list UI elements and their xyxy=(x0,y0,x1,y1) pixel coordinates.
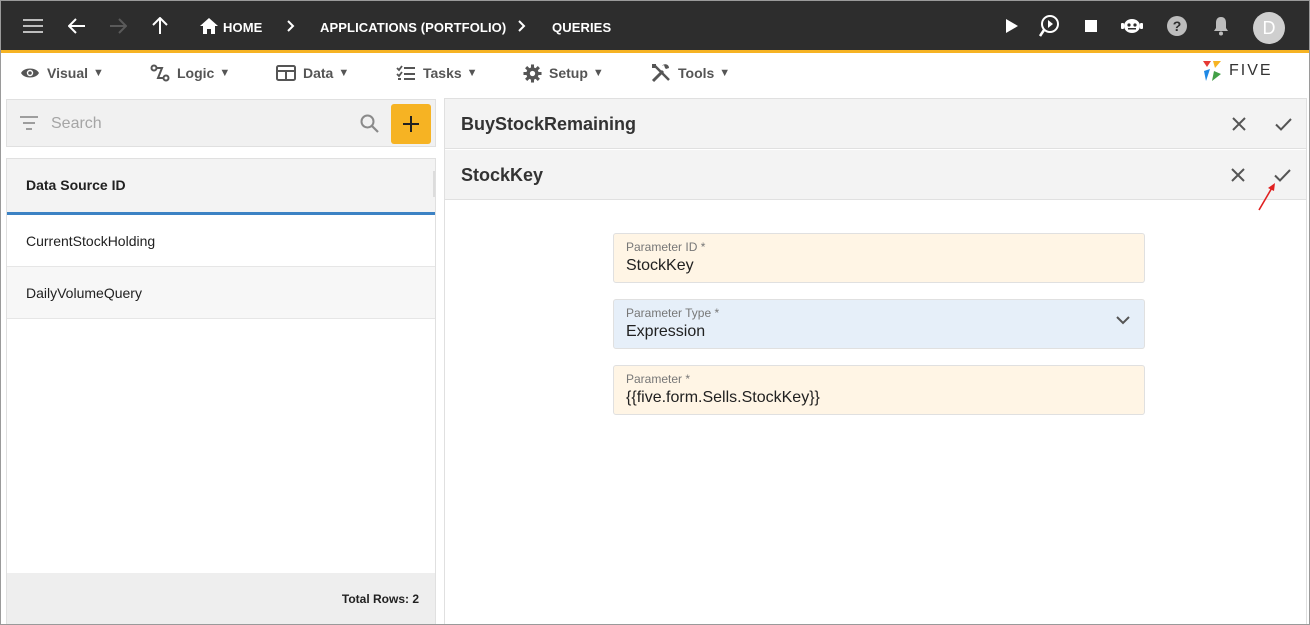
chevron-right-icon xyxy=(509,13,535,39)
list-column-header[interactable]: Data Source ID xyxy=(7,159,435,215)
menu-logic-label: Logic xyxy=(177,65,215,81)
search-icon[interactable] xyxy=(360,114,379,133)
menu-tools-label: Tools xyxy=(678,65,715,81)
menu-data-label: Data xyxy=(303,65,334,81)
data-source-list: Data Source ID CurrentStockHolding Daily… xyxy=(6,158,436,624)
parameter-label: Parameter * xyxy=(626,372,691,386)
tasks-icon xyxy=(396,65,415,80)
breadcrumb-home[interactable]: HOME xyxy=(223,1,262,53)
chevron-right-icon xyxy=(278,13,304,39)
parent-cancel-button[interactable] xyxy=(1226,111,1252,137)
svg-text:?: ? xyxy=(1173,18,1182,34)
parameter-type-label: Parameter Type * xyxy=(626,306,720,320)
parent-form-title: BuyStockRemaining xyxy=(461,114,637,134)
five-logo: FIVE xyxy=(1201,59,1273,83)
parent-save-button[interactable] xyxy=(1270,111,1296,137)
forward-arrow-icon[interactable] xyxy=(105,13,131,39)
parent-form-header: BuyStockRemaining xyxy=(445,99,1306,149)
close-icon xyxy=(1231,168,1245,182)
menu-visual[interactable]: Visual ▼ xyxy=(20,56,104,90)
child-form-header: StockKey xyxy=(445,150,1306,200)
five-logo-text: FIVE xyxy=(1229,62,1273,79)
notifications-bell-icon[interactable] xyxy=(1208,13,1234,39)
run-search-icon[interactable] xyxy=(1038,13,1064,39)
up-arrow-icon[interactable] xyxy=(147,13,173,39)
eye-icon xyxy=(21,68,39,78)
gear-icon xyxy=(523,63,542,83)
parameter-value[interactable]: {{five.form.Sells.StockKey}} xyxy=(626,389,820,407)
menu-data[interactable]: Data ▼ xyxy=(276,56,349,90)
add-button[interactable] xyxy=(391,104,431,144)
parameter-field[interactable]: Parameter * {{five.form.Sells.StockKey}} xyxy=(613,365,1145,415)
menu-setup[interactable]: Setup ▼ xyxy=(523,56,604,90)
parameter-id-label: Parameter ID * xyxy=(626,240,706,254)
detail-panel: BuyStockRemaining StockKey Parameter ID … xyxy=(444,98,1307,624)
check-icon xyxy=(1274,117,1292,131)
search-input[interactable] xyxy=(51,112,341,136)
menu-bar: Visual ▼ Logic ▼ Data ▼ Tasks ▼ Setup ▼ Tools… xyxy=(1,56,1309,90)
close-icon xyxy=(1232,117,1246,131)
home-icon[interactable] xyxy=(196,13,222,39)
child-cancel-button[interactable] xyxy=(1225,162,1251,188)
list-item[interactable]: DailyVolumeQuery xyxy=(7,267,435,319)
breadcrumb-queries[interactable]: QUERIES xyxy=(552,1,611,53)
menu-tasks-label: Tasks xyxy=(423,65,462,81)
menu-tools[interactable]: Tools ▼ xyxy=(651,56,730,90)
table-icon xyxy=(276,65,296,81)
column-resize-handle[interactable] xyxy=(433,171,435,197)
annotation-arrow-icon xyxy=(1258,183,1275,211)
menu-visual-label: Visual xyxy=(47,65,88,81)
five-logo-mark-icon xyxy=(1203,61,1221,81)
check-icon xyxy=(1273,168,1291,182)
help-icon[interactable]: ? xyxy=(1164,13,1190,39)
child-form-title: StockKey xyxy=(461,165,544,185)
filter-icon[interactable] xyxy=(20,116,38,130)
user-avatar[interactable]: D xyxy=(1253,12,1285,44)
hamburger-menu-icon[interactable] xyxy=(20,13,46,39)
caret-down-icon: ▼ xyxy=(466,67,478,79)
chevron-down-icon[interactable] xyxy=(1116,316,1130,325)
total-rows-count: Total Rows: 2 xyxy=(341,592,419,606)
parameter-type-select[interactable]: Parameter Type * Expression xyxy=(613,299,1145,349)
list-item[interactable]: CurrentStockHolding xyxy=(7,215,435,267)
menu-setup-label: Setup xyxy=(549,65,588,81)
column-header-label: Data Source ID xyxy=(26,177,126,193)
parameter-id-field[interactable]: Parameter ID * StockKey xyxy=(613,233,1145,283)
plus-icon xyxy=(403,116,419,132)
breadcrumb-applications[interactable]: APPLICATIONS (PORTFOLIO) xyxy=(320,1,506,53)
caret-down-icon: ▼ xyxy=(93,67,104,79)
parameter-id-value[interactable]: StockKey xyxy=(626,257,694,275)
caret-down-icon: ▼ xyxy=(719,67,731,79)
menu-logic[interactable]: Logic ▼ xyxy=(150,56,230,90)
list-footer: Total Rows: 2 xyxy=(7,573,435,624)
back-arrow-icon[interactable] xyxy=(64,13,90,39)
play-icon[interactable] xyxy=(999,13,1025,39)
chatbot-icon[interactable] xyxy=(1119,13,1145,39)
tools-icon xyxy=(651,64,670,83)
caret-down-icon: ▼ xyxy=(592,67,604,79)
top-bar: HOME APPLICATIONS (PORTFOLIO) QUERIES ? … xyxy=(1,1,1309,53)
logic-icon xyxy=(150,64,170,82)
search-bar xyxy=(6,99,436,147)
menu-tasks[interactable]: Tasks ▼ xyxy=(396,56,478,90)
stop-icon[interactable] xyxy=(1078,13,1104,39)
caret-down-icon: ▼ xyxy=(338,67,350,79)
app-window: HOME APPLICATIONS (PORTFOLIO) QUERIES ? … xyxy=(0,0,1310,625)
caret-down-icon: ▼ xyxy=(219,67,231,79)
parameter-type-value[interactable]: Expression xyxy=(626,323,705,341)
